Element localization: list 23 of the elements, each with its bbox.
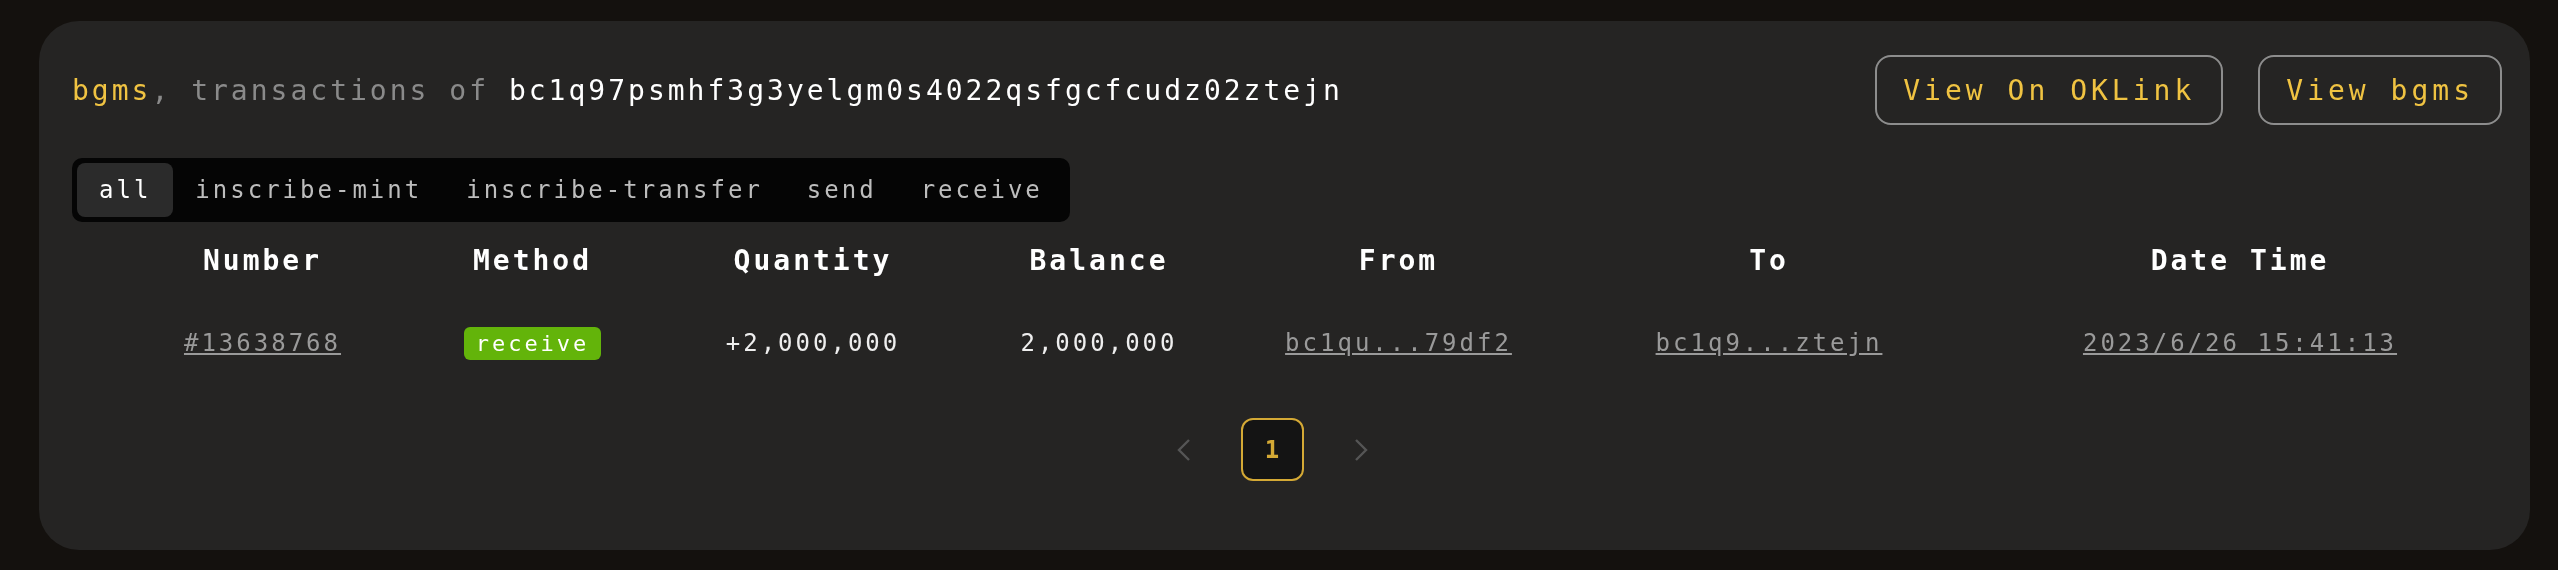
- balance-text: 2,000,000: [1020, 329, 1178, 357]
- filter-tab[interactable]: all: [77, 163, 174, 217]
- transaction-link[interactable]: #13638768: [183, 329, 341, 357]
- datetime-link[interactable]: 2023/6/26 15:41:13: [2082, 329, 2398, 357]
- column-header: To: [1749, 243, 1789, 277]
- address-link[interactable]: bc1qu...79df2: [1285, 329, 1512, 357]
- quantity-text: +2,000,000: [725, 329, 901, 357]
- filter-tab[interactable]: receive: [898, 163, 1065, 217]
- filter-tab[interactable]: inscribe-transfer: [444, 163, 785, 217]
- column-header: Number: [202, 243, 323, 277]
- column-header: Balance: [1029, 243, 1169, 277]
- column-header: Quantity: [733, 243, 893, 277]
- address-link[interactable]: bc1q9...ztejn: [1655, 329, 1883, 357]
- view-button[interactable]: View On OKLink: [1875, 55, 2224, 125]
- filter-tab[interactable]: send: [784, 163, 899, 217]
- column-header: Method: [472, 243, 593, 277]
- view-button[interactable]: View bgms: [2258, 55, 2502, 125]
- filter-tab[interactable]: inscribe-mint: [173, 163, 445, 217]
- page-button[interactable]: 1: [1240, 418, 1304, 481]
- column-header: Date Time: [2150, 243, 2330, 277]
- page-title: bgms, transactions of bc1q97psmhf3g3yelgm0s4022qsfgcfcudz02ztejn: [72, 73, 1343, 107]
- method-badge: receive: [463, 326, 602, 360]
- column-header: From: [1358, 243, 1439, 277]
